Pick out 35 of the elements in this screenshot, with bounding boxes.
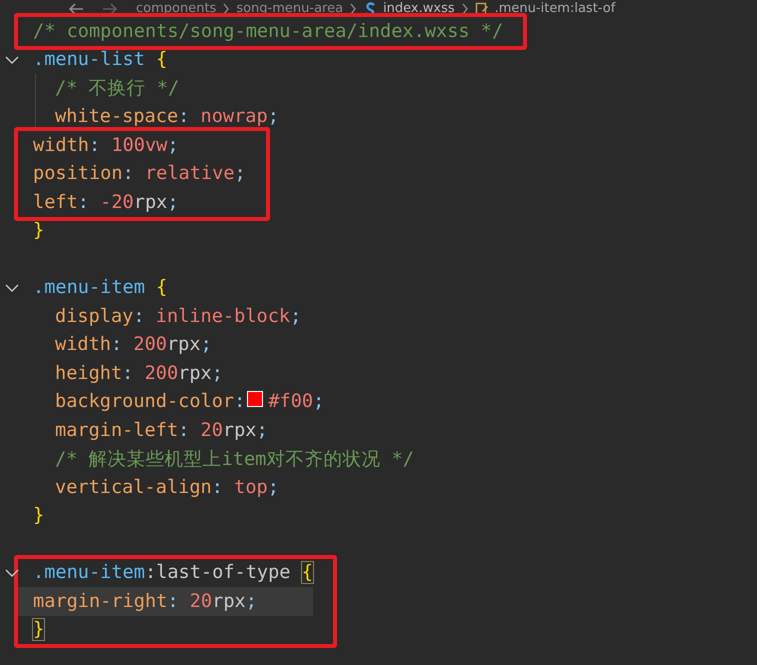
code-text: width: 100vw; (33, 134, 179, 156)
symbol-icon (474, 2, 489, 16)
code-text: .menu-item:last-of-type { (33, 562, 313, 584)
fold-chevron-icon[interactable] (5, 54, 19, 64)
forward-arrow-icon[interactable] (102, 2, 118, 14)
fold-chevron-icon[interactable] (5, 568, 19, 578)
back-arrow-icon[interactable] (68, 2, 84, 14)
breadcrumb-item[interactable]: .menu-item:last-of (494, 1, 616, 16)
code-text: } (33, 505, 44, 526)
code-text: /* 解决某些机型上item对不齐的状况 */ (55, 448, 414, 472)
code-text: display: inline-block; (55, 306, 302, 327)
fold-chevron-icon[interactable] (5, 282, 19, 292)
chevron-right-icon (460, 2, 469, 14)
code-text: vertical-align: top; (55, 476, 279, 498)
code-text: .menu-item { (33, 277, 168, 298)
breadcrumb-item[interactable]: song-menu-area (236, 1, 344, 16)
code-text: width: 200 rpx; (55, 334, 212, 356)
code-text: height: 200 rpx; (55, 362, 223, 384)
code-text: } (33, 220, 44, 242)
chevron-right-icon (222, 2, 230, 14)
code-text: #f00; (268, 391, 324, 412)
code-text: margin-left: 20 rpx; (55, 420, 268, 441)
breadcrumb-item[interactable]: components (136, 1, 216, 16)
breadcrumb-item[interactable]: index.wxss (383, 1, 455, 16)
code-text: /* 不换行 */ (55, 77, 180, 102)
code-text: position: relative; (33, 163, 246, 184)
code-text: .menu-list { (33, 49, 168, 70)
code-text: margin-right: 20 rpx; (33, 590, 257, 612)
code-text: background-color: (55, 391, 246, 412)
chevron-right-icon (349, 2, 358, 14)
color-swatch-icon[interactable] (247, 391, 264, 408)
code-text: } (33, 619, 44, 640)
code-text: left: -20 rpx; (33, 192, 179, 213)
code-text: white-space: nowrap; (55, 106, 279, 128)
code-text: /* components/song-menu-area/index.wxss */ (33, 20, 504, 42)
